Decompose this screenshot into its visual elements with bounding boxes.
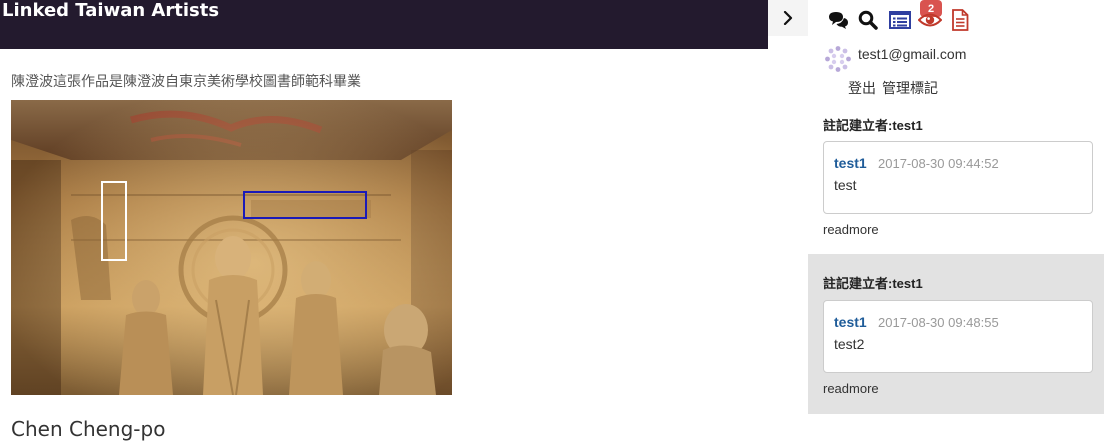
annotation-box-blue[interactable] xyxy=(243,191,367,219)
chevron-right-icon xyxy=(783,11,793,25)
site-title[interactable]: Linked Taiwan Artists xyxy=(2,0,219,22)
logout-link[interactable]: 登出 xyxy=(848,80,876,96)
search-icon xyxy=(858,10,878,30)
note-card: test1 2017-08-30 09:48:55 test2 xyxy=(823,300,1093,373)
readmore-link[interactable]: readmore xyxy=(823,222,879,237)
note-user-link[interactable]: test1 xyxy=(834,314,867,330)
note-text: test xyxy=(834,177,857,193)
user-email: test1@gmail.com xyxy=(858,46,967,62)
user-links: 登出 管理標記 xyxy=(848,78,944,98)
note-text: test2 xyxy=(834,336,865,352)
note-user-link[interactable]: test1 xyxy=(834,155,867,171)
note-timestamp: 2017-08-30 09:44:52 xyxy=(878,156,999,171)
document-icon xyxy=(952,9,969,31)
artwork-image[interactable] xyxy=(11,100,452,395)
list-icon xyxy=(889,11,911,29)
search-button[interactable] xyxy=(856,8,880,32)
eye-icon xyxy=(918,13,942,27)
annotation-box-white[interactable] xyxy=(101,181,127,261)
comments-button[interactable] xyxy=(826,8,850,32)
note-card: test1 2017-08-30 09:44:52 test xyxy=(823,141,1093,214)
top-bar: Linked Taiwan Artists xyxy=(0,0,768,49)
annotation-sidebar: 2 test1@gmail.com 登出 管理標記 註記建立者:test1 te… xyxy=(808,0,1104,441)
note-timestamp: 2017-08-30 09:48:55 xyxy=(878,315,999,330)
toggle-visibility-button[interactable] xyxy=(918,8,942,32)
document-button[interactable] xyxy=(948,8,972,32)
annotation-item: 註記建立者:test1 test1 2017-08-30 09:48:55 te… xyxy=(808,254,1104,414)
readmore-link[interactable]: readmore xyxy=(823,381,879,396)
avatar xyxy=(825,46,851,72)
annotation-item: 註記建立者:test1 test1 2017-08-30 09:44:52 te… xyxy=(808,106,1104,248)
manage-annotations-link[interactable]: 管理標記 xyxy=(882,80,938,96)
artist-name: Chen Cheng-po xyxy=(11,417,166,441)
note-author-label: 註記建立者:test1 xyxy=(823,118,923,133)
main-content: Linked Taiwan Artists 陳澄波這張作品是陳澄波自東京美術學校… xyxy=(0,0,808,441)
toggle-sidebar-button[interactable] xyxy=(768,0,808,36)
note-author-label: 註記建立者:test1 xyxy=(823,276,923,291)
artwork-caption: 陳澄波這張作品是陳澄波自東京美術學校圖書師範科畢業 xyxy=(11,73,361,89)
cave-relief-picture xyxy=(11,100,452,395)
annotation-list-button[interactable] xyxy=(888,8,912,32)
comments-icon xyxy=(829,12,848,29)
